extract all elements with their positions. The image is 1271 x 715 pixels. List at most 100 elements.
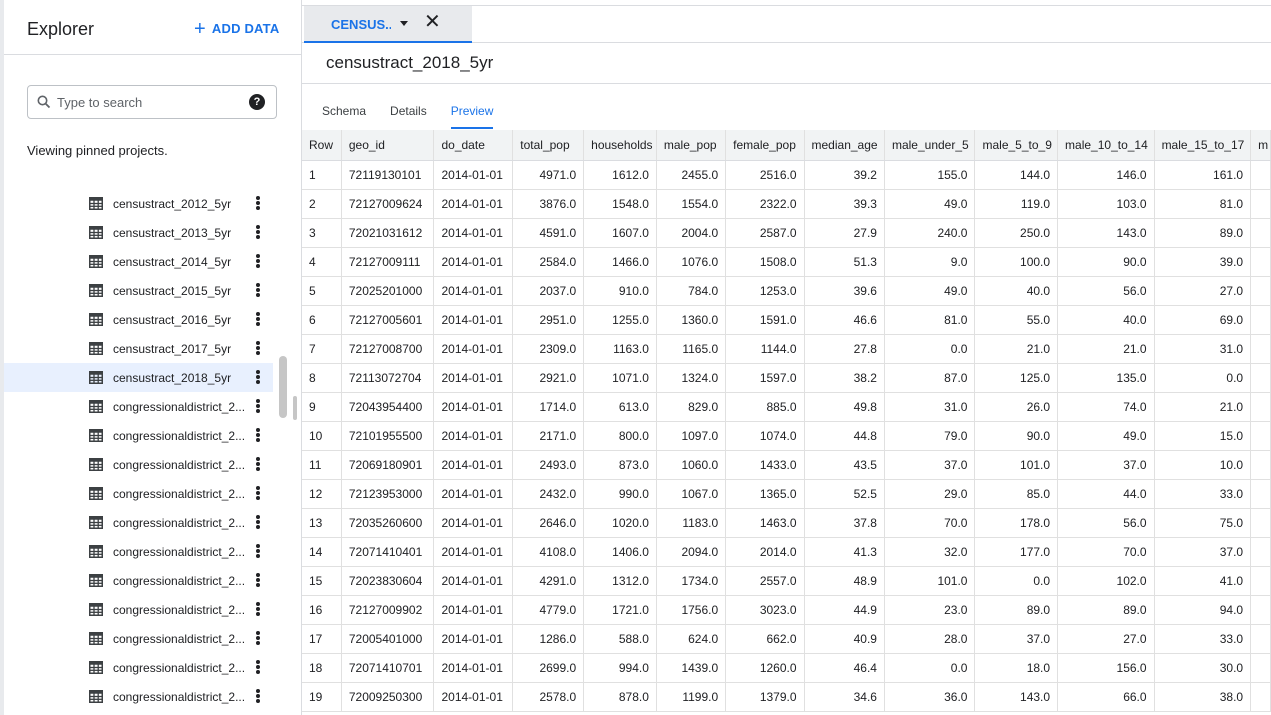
tree-item-table[interactable]: congressionaldistrict_2... [4,566,273,595]
tree-item-table[interactable]: censustract_2016_5yr [4,305,273,334]
more-vert-icon[interactable] [255,660,261,676]
tree-item-table[interactable]: censustract_2017_5yr [4,334,273,363]
table-row[interactable]: 10 72101955500 2014-01-01 2171.0 800.0 1097.0… [302,421,1271,451]
table-row[interactable]: 18 72071410701 2014-01-01 2699.0 994.0 1439.0… [302,653,1271,683]
tree-item-table[interactable]: censustract_2014_5yr [4,247,273,276]
tree-item-table[interactable]: censustract_2013_5yr [4,218,273,247]
panel-scrollbar-thumb[interactable] [293,396,297,420]
column-header[interactable]: total_pop [512,130,585,161]
table-icon [89,690,103,703]
table-row[interactable]: 11 72069180901 2014-01-01 2493.0 873.0 1060.0… [302,450,1271,480]
table-cell [1250,479,1271,509]
more-vert-icon[interactable] [255,544,261,560]
tree-item-table[interactable]: congressionaldistrict_2... [4,479,273,508]
caret-down-icon[interactable] [400,21,408,26]
table-row[interactable]: 4 72127009111 2014-01-01 2584.0 1466.0 1076.0… [302,247,1271,277]
table-cell: 4 [302,247,342,277]
table-cell: 37.0 [1154,537,1252,567]
more-vert-icon[interactable] [255,283,261,299]
tree-item-table[interactable]: censustract_2018_5yr [4,363,273,392]
more-vert-icon[interactable] [255,689,261,705]
preview-table-container[interactable]: Row geo_id do_date total_pop households male_… [302,130,1271,715]
table-row[interactable]: 16 72127009902 2014-01-01 4779.0 1721.0 1756.… [302,595,1271,625]
table-cell: 100.0 [974,247,1059,277]
column-header[interactable]: median_age [804,130,885,161]
column-header[interactable]: households [583,130,657,161]
more-vert-icon[interactable] [255,370,261,386]
tree-item-table[interactable]: congressionaldistrict_2... [4,450,273,479]
table-cell: 32.0 [884,537,976,567]
more-vert-icon[interactable] [255,312,261,328]
subtab-preview[interactable]: Preview [450,104,494,129]
more-vert-icon[interactable] [255,602,261,618]
tree-item-table[interactable]: congressionaldistrict_2... [4,421,273,450]
table-cell [1250,305,1271,335]
tree-item-table[interactable]: congressionaldistrict_2... [4,508,273,537]
tree-item-table[interactable]: congressionaldistrict_2... [4,682,273,711]
add-data-button[interactable]: + ADD DATA [194,19,279,39]
more-vert-icon[interactable] [255,196,261,212]
column-header[interactable]: Row [302,130,342,161]
subtab-details[interactable]: Details [390,104,427,129]
table-row[interactable]: 17 72005401000 2014-01-01 1286.0 588.0 624.0 6… [302,624,1271,654]
tree-item-table[interactable]: censustract_2015_5yr [4,276,273,305]
close-icon[interactable]: ✕ [424,12,441,32]
table-row[interactable]: 7 72127008700 2014-01-01 2309.0 1163.0 1165.0… [302,334,1271,364]
tree-item-table[interactable]: congressionaldistrict_2... [4,595,273,624]
table-row[interactable]: 6 72127005601 2014-01-01 2951.0 1255.0 1360.0… [302,305,1271,335]
more-vert-icon[interactable] [255,486,261,502]
tree-item-label: congressionaldistrict_2... [113,458,246,472]
table-cell: 17 [302,624,342,654]
tree-scrollbar-thumb[interactable] [279,356,287,418]
table-cell: 85.0 [974,479,1059,509]
more-vert-icon[interactable] [255,399,261,415]
more-vert-icon[interactable] [255,254,261,270]
table-cell: 49.8 [804,392,885,422]
table-row[interactable]: 2 72127009624 2014-01-01 3876.0 1548.0 1554.0… [302,189,1271,219]
table-row[interactable]: 19 72009250300 2014-01-01 2578.0 878.0 1199.0… [302,682,1271,712]
more-vert-icon[interactable] [255,631,261,647]
tree-item-table[interactable]: censustract_2012_5yr [4,189,273,218]
tree-item-table[interactable]: congressionaldistrict_2... [4,624,273,653]
more-vert-icon[interactable] [255,225,261,241]
tab-census[interactable]: CENSUS... ✕ [304,6,472,43]
tree-item-table[interactable]: congressionaldistrict_2... [4,537,273,566]
table-cell: 15.0 [1154,421,1252,451]
column-header[interactable]: geo_id [341,130,435,161]
column-header[interactable]: female_pop [725,130,805,161]
column-header[interactable]: male_10_to_14 [1057,130,1155,161]
column-header[interactable]: do_date [433,130,514,161]
table-row[interactable]: 5 72025201000 2014-01-01 2037.0 910.0 784.0 12… [302,276,1271,306]
tree-item-label: congressionaldistrict_2... [113,487,246,501]
more-vert-icon[interactable] [255,515,261,531]
tree-item-table[interactable]: congressionaldistrict_2... [4,392,273,421]
column-header[interactable]: male_5_to_9 [974,130,1059,161]
table-row[interactable]: 13 72035260600 2014-01-01 2646.0 1020.0 1183.… [302,508,1271,538]
tree-item-label: congressionaldistrict_2... [113,574,246,588]
table-cell: 1607.0 [583,218,657,248]
search-box[interactable]: ? [27,85,277,119]
tree-item-table[interactable]: congressionaldistrict_2... [4,653,273,682]
column-header[interactable]: male_15_to_17 [1154,130,1252,161]
more-vert-icon[interactable] [255,573,261,589]
subtab-schema[interactable]: Schema [322,104,366,129]
more-vert-icon[interactable] [255,341,261,357]
table-row[interactable]: 12 72123953000 2014-01-01 2432.0 990.0 1067.0… [302,479,1271,509]
search-input[interactable] [57,92,242,112]
table-cell: 33.0 [1154,479,1252,509]
table-row[interactable]: 3 72021031612 2014-01-01 4591.0 1607.0 2004.0… [302,218,1271,248]
column-header[interactable]: m [1250,130,1271,161]
more-vert-icon[interactable] [255,457,261,473]
table-cell: 2014-01-01 [433,682,514,712]
table-row[interactable]: 8 72113072704 2014-01-01 2921.0 1071.0 1324.0… [302,363,1271,393]
table-row[interactable]: 9 72043954400 2014-01-01 1714.0 613.0 829.0 88… [302,392,1271,422]
column-header[interactable]: male_pop [656,130,727,161]
table-row[interactable]: 15 72023830604 2014-01-01 4291.0 1312.0 1734.… [302,566,1271,596]
table-row[interactable]: 1 72119130101 2014-01-01 4971.0 1612.0 2455.0… [302,160,1271,190]
more-vert-icon[interactable] [255,428,261,444]
help-icon[interactable]: ? [249,94,265,110]
table-row[interactable]: 14 72071410401 2014-01-01 4108.0 1406.0 2094.… [302,537,1271,567]
column-header[interactable]: male_under_5 [884,130,976,161]
table-cell: 1255.0 [583,305,657,335]
table-cell: 89.0 [1057,595,1155,625]
